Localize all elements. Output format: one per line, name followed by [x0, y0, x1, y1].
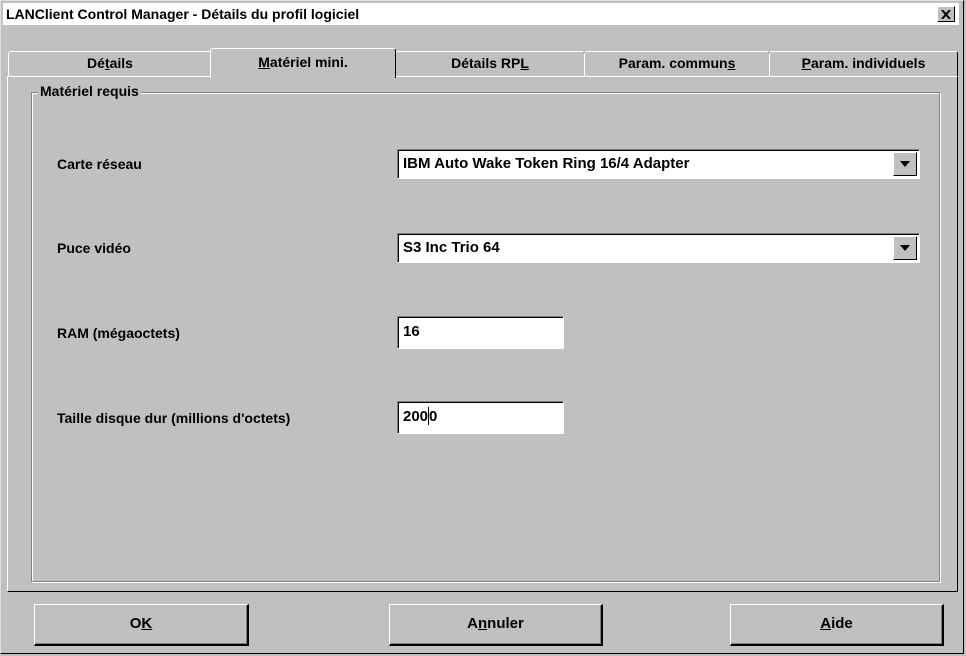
- ram-label: RAM (mégaoctets): [57, 325, 180, 341]
- tab-details[interactable]: Détails: [8, 51, 212, 76]
- title-bar: LANClient Control Manager - Détails du p…: [3, 3, 959, 25]
- video-chip-select[interactable]: S3 Inc Trio 64: [397, 233, 920, 263]
- ram-input[interactable]: 16: [397, 316, 564, 349]
- disk-size-input[interactable]: 2000: [397, 401, 564, 434]
- tab-param-individuels[interactable]: Param. individuels: [769, 51, 958, 76]
- network-card-value: IBM Auto Wake Token Ring 16/4 Adapter: [403, 155, 690, 172]
- network-card-dropdown-button[interactable]: [893, 152, 917, 176]
- triangle-down-icon: [900, 161, 910, 167]
- window-title: LANClient Control Manager - Détails du p…: [6, 6, 360, 22]
- video-chip-dropdown-button[interactable]: [893, 236, 917, 260]
- network-card-select[interactable]: IBM Auto Wake Token Ring 16/4 Adapter: [397, 149, 920, 179]
- close-icon: [941, 9, 951, 19]
- disk-size-label: Taille disque dur (millions d'octets): [57, 410, 291, 426]
- cancel-button[interactable]: Annuler: [389, 604, 603, 646]
- triangle-down-icon: [900, 245, 910, 251]
- close-button[interactable]: [937, 6, 955, 22]
- help-button[interactable]: Aide: [730, 604, 944, 646]
- tab-materiel-mini[interactable]: Matériel mini.: [210, 48, 396, 78]
- video-chip-label: Puce vidéo: [57, 240, 131, 256]
- group-label: Matériel requis: [38, 83, 141, 99]
- tab-param-communs[interactable]: Param. communs: [584, 51, 770, 76]
- network-card-label: Carte réseau: [57, 156, 142, 172]
- video-chip-value: S3 Inc Trio 64: [403, 239, 500, 256]
- tab-details-rpl[interactable]: Détails RPL: [395, 51, 585, 76]
- ok-button[interactable]: OK: [34, 604, 249, 646]
